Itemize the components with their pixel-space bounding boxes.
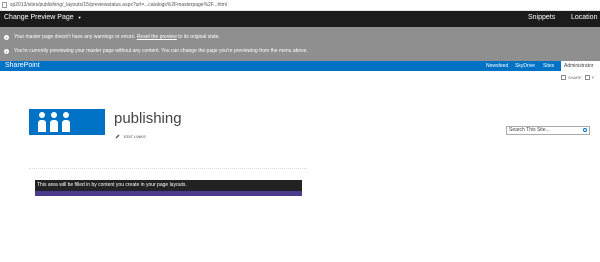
page-icon [2, 2, 7, 8]
status-message-2: i You're currently previewing your maste… [4, 48, 308, 54]
snippets-link[interactable]: Snippets [528, 14, 555, 21]
user-menu[interactable]: Administrator [561, 61, 600, 71]
follow-button[interactable]: F [585, 75, 594, 80]
status-message-1: i Your master page doesn't have any warn… [4, 34, 220, 40]
skydrive-link[interactable]: SkyDrive [515, 63, 535, 69]
content-placeholder-text: This area will be filled in by content y… [37, 182, 187, 188]
info-icon: i [4, 48, 9, 54]
status-message-panel: i Your master page doesn't have any warn… [0, 27, 600, 61]
suite-bar: SharePoint Newsfeed SkyDrive Sites Admin… [0, 61, 600, 71]
info-icon: i [4, 34, 9, 40]
sites-link[interactable]: Sites [543, 63, 554, 69]
preview-top-bar: Change Preview Page ▼ Snippets Location [0, 11, 600, 27]
edit-links-button[interactable]: EDIT LINKS [115, 134, 146, 139]
status-text-2: You're currently previewing your master … [14, 48, 308, 54]
share-button[interactable]: SHARE [561, 75, 582, 80]
divider [29, 168, 307, 169]
pencil-icon [115, 134, 120, 139]
status-text-1b: to its original state. [178, 34, 220, 40]
share-label: SHARE [568, 75, 582, 80]
sharepoint-brand[interactable]: SharePoint [5, 62, 40, 69]
search-placeholder: Search This Site... [509, 127, 550, 133]
content-placeholder-strip [35, 191, 302, 196]
change-preview-menu[interactable]: Change Preview Page ▼ [4, 14, 82, 21]
newsfeed-link[interactable]: Newsfeed [486, 63, 508, 69]
change-preview-label: Change Preview Page [4, 14, 74, 21]
follow-icon [585, 75, 590, 80]
address-bar[interactable]: sp2013/sites/publishing/_layouts/15/prev… [0, 0, 600, 11]
share-icon [561, 75, 566, 80]
search-input[interactable]: Search This Site... [506, 126, 590, 135]
site-logo[interactable] [29, 109, 105, 135]
content-placeholder: This area will be filled in by content y… [35, 180, 302, 196]
location-link[interactable]: Location [571, 14, 597, 21]
site-title[interactable]: publishing [114, 110, 182, 127]
edit-links-label: EDIT LINKS [124, 134, 146, 139]
follow-label: F [592, 75, 595, 80]
chevron-down-icon: ▼ [77, 15, 82, 20]
search-icon[interactable] [583, 128, 587, 132]
reset-preview-link[interactable]: Reset the preview [137, 34, 177, 40]
url-text[interactable]: sp2013/sites/publishing/_layouts/15/prev… [10, 2, 227, 8]
status-text-1a: Your master page doesn't have any warnin… [14, 34, 136, 40]
